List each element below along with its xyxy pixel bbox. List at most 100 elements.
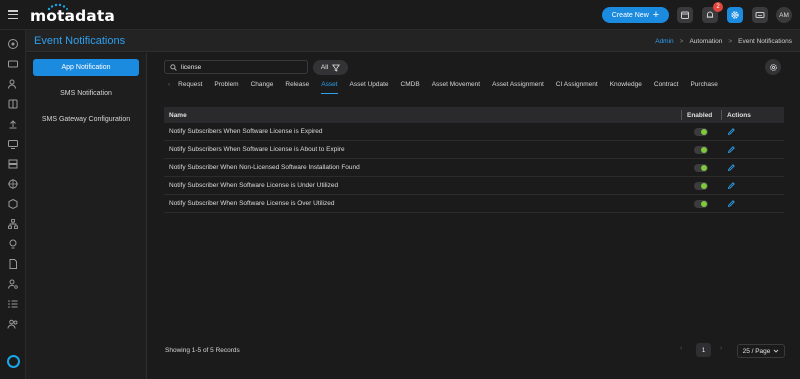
- upload-icon[interactable]: [7, 117, 19, 129]
- lightbulb-icon[interactable]: [7, 237, 19, 249]
- gear-icon: [731, 11, 739, 19]
- table-row: Notify Subscriber When Software License …: [164, 195, 784, 213]
- notification-count-badge: 2: [713, 2, 723, 12]
- document-icon[interactable]: [7, 257, 19, 269]
- filter-button[interactable]: All: [313, 60, 348, 75]
- pagination-page-1[interactable]: 1: [696, 343, 711, 357]
- edit-pencil-icon[interactable]: [727, 145, 736, 154]
- tab-cmdb[interactable]: CMDB: [401, 81, 420, 93]
- create-new-label: Create New: [611, 11, 649, 19]
- enabled-toggle[interactable]: [694, 128, 708, 136]
- tab-knowledge[interactable]: Knowledge: [610, 81, 642, 93]
- module-tabs: ‹ Request Problem Change Release Asset A…: [164, 81, 784, 97]
- create-new-button[interactable]: Create New +: [602, 7, 669, 23]
- column-header-actions: Actions: [727, 111, 751, 119]
- edit-pencil-icon[interactable]: [727, 163, 736, 172]
- keyboard-button[interactable]: [752, 7, 768, 23]
- page-header: Event Notifications Admin > Automation >…: [26, 30, 800, 52]
- ticket-icon[interactable]: [7, 57, 19, 69]
- breadcrumb-separator: >: [679, 38, 684, 45]
- server-icon[interactable]: [7, 157, 19, 169]
- app-logo[interactable]: motadata: [30, 7, 115, 25]
- breadcrumb-admin[interactable]: Admin: [655, 38, 673, 45]
- menu-icon[interactable]: [8, 10, 18, 20]
- menu-item-app-notification[interactable]: App Notification: [33, 59, 139, 76]
- table-row: Notify Subscribers When Software License…: [164, 141, 784, 159]
- calendar-button[interactable]: [677, 7, 693, 23]
- monitor-icon[interactable]: [7, 137, 19, 149]
- table-row: Notify Subscribers When Software License…: [164, 123, 784, 141]
- calendar-icon: [681, 11, 689, 19]
- team-icon[interactable]: [7, 317, 19, 329]
- page-size-select[interactable]: 25 / Page: [737, 344, 785, 358]
- app-root: motadata Create New + 2 AM Event Notific…: [0, 0, 800, 379]
- gear-icon: [769, 63, 777, 71]
- crosshair-icon[interactable]: [7, 177, 19, 189]
- tab-change[interactable]: Change: [251, 81, 274, 93]
- notification-name[interactable]: Notify Subscribers When Software License…: [169, 128, 323, 135]
- edit-pencil-icon[interactable]: [727, 181, 736, 190]
- tab-purchase[interactable]: Purchase: [690, 81, 717, 93]
- search-box[interactable]: [164, 60, 308, 74]
- tabs-scroll-left-icon[interactable]: ‹: [168, 81, 170, 88]
- search-input[interactable]: [181, 63, 301, 71]
- checklist-icon[interactable]: [7, 297, 19, 309]
- records-count: Showing 1-5 of 5 Records: [165, 347, 240, 354]
- tab-ci-assignment[interactable]: CI Assignment: [556, 81, 598, 93]
- keyboard-icon: [755, 12, 765, 18]
- notification-name[interactable]: Notify Subscribers When Software License…: [169, 146, 345, 153]
- chevron-down-icon: [774, 349, 779, 353]
- notification-name[interactable]: Notify Subscriber When Software License …: [169, 200, 334, 207]
- column-header-enabled: Enabled: [687, 111, 713, 119]
- notification-name[interactable]: Notify Subscriber When Non-Licensed Soft…: [169, 164, 360, 171]
- enabled-toggle[interactable]: [694, 164, 708, 172]
- edit-pencil-icon[interactable]: [727, 127, 736, 136]
- tab-asset-update[interactable]: Asset Update: [350, 81, 389, 93]
- main-content: All ‹ Request Problem Change Release Ass…: [147, 53, 800, 379]
- menu-item-sms-notification[interactable]: SMS Notification: [33, 85, 139, 102]
- enabled-toggle[interactable]: [694, 182, 708, 190]
- notifications-table: Name Enabled Actions Notify Subscribers …: [164, 107, 784, 213]
- search-icon: [170, 63, 177, 71]
- enabled-toggle[interactable]: [694, 200, 708, 208]
- notification-name[interactable]: Notify Subscriber When Software License …: [169, 182, 338, 189]
- page-title: Event Notifications: [34, 35, 126, 47]
- pagination-prev-icon[interactable]: ‹: [680, 345, 682, 352]
- user-avatar[interactable]: AM: [776, 7, 792, 23]
- hierarchy-icon[interactable]: [7, 217, 19, 229]
- dashboard-icon[interactable]: [7, 37, 19, 49]
- tab-problem[interactable]: Problem: [214, 81, 238, 93]
- tab-request[interactable]: Request: [178, 81, 202, 93]
- page-size-value: 25 / Page: [742, 347, 771, 355]
- user-settings-icon[interactable]: [7, 277, 19, 289]
- column-header-name[interactable]: Name: [169, 112, 187, 119]
- edit-pencil-icon[interactable]: [727, 199, 736, 208]
- column-divider: [681, 110, 682, 120]
- table-header: Name Enabled Actions: [164, 107, 784, 123]
- breadcrumb-event-notifications: Event Notifications: [738, 38, 792, 45]
- enabled-toggle[interactable]: [694, 146, 708, 154]
- plus-icon: +: [652, 9, 660, 21]
- settings-button[interactable]: [727, 7, 743, 23]
- cube-icon[interactable]: [7, 197, 19, 210]
- table-row: Notify Subscriber When Non-Licensed Soft…: [164, 159, 784, 177]
- tab-asset[interactable]: Asset: [321, 81, 338, 94]
- menu-item-sms-gateway-configuration[interactable]: SMS Gateway Configuration: [33, 111, 139, 128]
- top-bar: motadata Create New + 2 AM: [0, 0, 800, 30]
- bell-icon: [706, 11, 714, 18]
- breadcrumb-automation[interactable]: Automation: [689, 38, 722, 45]
- table-row: Notify Subscriber When Software License …: [164, 177, 784, 195]
- filter-icon: [332, 64, 341, 72]
- tab-contract[interactable]: Contract: [654, 81, 679, 93]
- app-switcher-icon[interactable]: [7, 355, 20, 368]
- left-nav-rail: [0, 30, 26, 379]
- users-icon[interactable]: [7, 77, 19, 89]
- tab-release[interactable]: Release: [285, 81, 309, 93]
- pagination-next-icon[interactable]: ›: [720, 345, 722, 352]
- notification-type-menu: App Notification SMS Notification SMS Ga…: [26, 53, 147, 379]
- tab-asset-assignment[interactable]: Asset Assignment: [492, 81, 544, 93]
- breadcrumb-separator: >: [728, 38, 733, 45]
- book-icon[interactable]: [7, 97, 19, 109]
- tab-asset-movement[interactable]: Asset Movement: [432, 81, 480, 93]
- settings-gear-button[interactable]: [765, 59, 781, 75]
